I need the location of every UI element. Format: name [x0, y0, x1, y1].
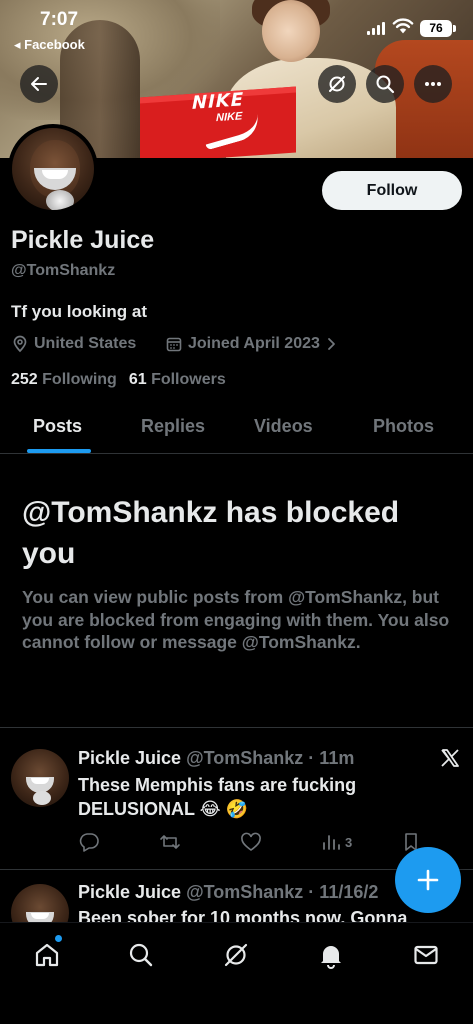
grok-icon	[329, 76, 345, 92]
like-button[interactable]	[240, 832, 262, 852]
back-to-app-link[interactable]: ◂ Facebook	[14, 37, 85, 53]
profile-joined[interactable]: Joined April 2023	[165, 335, 337, 353]
post-text: Been sober for 10 months now. Gonna	[78, 908, 408, 922]
tab-videos[interactable]: Videos	[254, 416, 313, 437]
search-button[interactable]	[366, 65, 404, 103]
cellular-signal-icon	[367, 22, 385, 35]
profile-tabs: Posts Replies Videos Photos	[0, 404, 473, 454]
shoebox-image: NIKE NIKE	[140, 86, 296, 158]
tab-replies[interactable]: Replies	[141, 416, 205, 437]
profile-bio: Tf you looking at	[11, 302, 147, 321]
nav-home[interactable]	[29, 939, 65, 971]
tab-posts[interactable]: Posts	[33, 416, 82, 437]
compose-button[interactable]	[395, 847, 461, 913]
grok-icon	[224, 943, 248, 967]
back-button[interactable]	[20, 65, 58, 103]
post-author-name[interactable]: Pickle Juice	[78, 882, 181, 902]
blocked-body: You can view public posts from @TomShank…	[22, 587, 450, 652]
joined-text: Joined April 2023	[188, 335, 320, 352]
more-icon	[425, 82, 441, 86]
nav-grok[interactable]	[218, 939, 254, 971]
post-header: Pickle Juice @TomShankz · 11m	[78, 748, 354, 769]
bottom-navigation	[0, 922, 473, 1024]
battery-indicator: 76	[420, 20, 456, 37]
active-tab-indicator	[27, 449, 91, 453]
following-count: 252	[11, 371, 38, 388]
repost-icon	[160, 835, 180, 849]
home-icon	[35, 943, 59, 967]
profile-location: United States	[11, 335, 136, 353]
nav-search[interactable]	[123, 939, 159, 971]
mail-icon	[414, 945, 438, 965]
more-button[interactable]	[414, 65, 452, 103]
location-text: United States	[34, 335, 137, 352]
following-link[interactable]: 252 Following	[11, 371, 117, 389]
repost-button[interactable]	[159, 832, 181, 852]
profile-handle: @TomShankz	[11, 262, 116, 279]
post-avatar[interactable]	[11, 749, 69, 807]
followers-label: Followers	[151, 371, 226, 388]
notification-dot	[55, 935, 62, 942]
nav-messages[interactable]	[408, 939, 444, 971]
blocked-title: @TomShankz has blocked you	[22, 496, 400, 570]
reply-button[interactable]	[78, 832, 100, 852]
nav-notifications[interactable]	[313, 939, 349, 971]
followers-link[interactable]: 61 Followers	[129, 371, 226, 389]
calendar-icon	[166, 337, 182, 352]
post-meta: @TomShankz · 11m	[181, 748, 355, 768]
plus-icon	[417, 869, 439, 891]
profile-counts: 252 Following 61 Followers	[11, 371, 226, 389]
follow-button[interactable]: Follow	[322, 171, 462, 210]
post-avatar[interactable]	[11, 884, 69, 922]
views-button[interactable]: 3	[321, 832, 352, 852]
reply-icon	[79, 833, 99, 852]
chevron-right-icon	[328, 338, 335, 350]
post-item[interactable]: Pickle Juice @TomShankz · 11m These Memp…	[0, 728, 473, 870]
search-icon	[376, 75, 395, 94]
search-icon	[129, 943, 153, 967]
heart-icon	[241, 832, 261, 851]
avatar-watch	[46, 190, 74, 210]
arrow-left-icon	[31, 77, 47, 91]
avatar-watch	[33, 791, 51, 805]
location-pin-icon	[13, 335, 27, 353]
views-count: 3	[345, 834, 353, 850]
status-bar: 7:07 ◂ Facebook 76	[0, 0, 473, 58]
tab-photos[interactable]: Photos	[373, 416, 434, 437]
wifi-icon	[392, 18, 414, 34]
post-author-name[interactable]: Pickle Juice	[78, 748, 181, 768]
views-icon	[323, 835, 340, 850]
followers-count: 61	[128, 371, 147, 388]
bell-icon	[321, 946, 341, 969]
profile-name: Pickle Juice	[11, 226, 155, 254]
post-actions: 3	[78, 832, 428, 856]
post-meta: @TomShankz · 11/16/2	[181, 882, 379, 902]
post-header: Pickle Juice @TomShankz · 11/16/2	[78, 882, 378, 903]
post-text: These Memphis fans are fucking DELUSIONA…	[78, 775, 357, 819]
profile-avatar[interactable]	[8, 124, 98, 214]
x-logo-icon	[441, 749, 459, 767]
grok-button[interactable]	[318, 65, 356, 103]
following-label: Following	[42, 371, 117, 388]
status-time: 7:07	[40, 9, 79, 30]
